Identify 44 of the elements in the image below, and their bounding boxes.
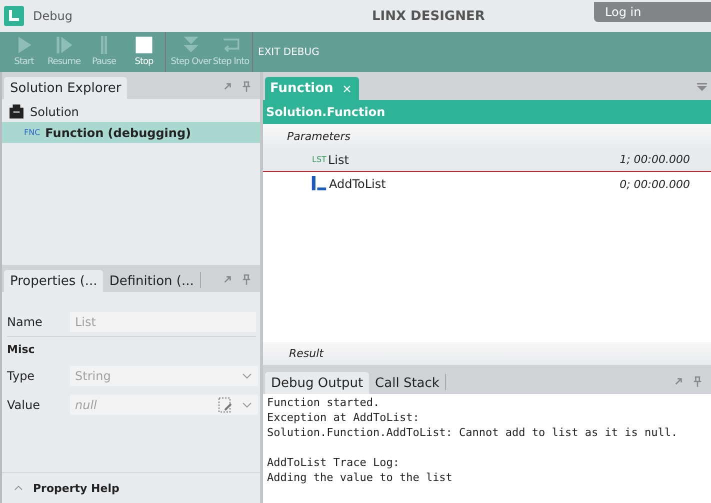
tree-item[interactable]: Solution — [2, 101, 260, 122]
flow-step[interactable]: AddToList 0; 00:00.000 — [263, 172, 711, 196]
property-label: Name — [7, 314, 44, 328]
close-icon[interactable] — [343, 84, 352, 92]
pin-icon[interactable] — [242, 274, 251, 285]
edit-icon[interactable] — [218, 396, 232, 412]
chevron-down-icon[interactable] — [242, 372, 252, 378]
panel-tab[interactable]: Solution Explorer — [4, 77, 128, 99]
property-label: Value — [7, 398, 41, 412]
panel-tab[interactable]: Debug Output — [265, 372, 370, 394]
pop-out-icon[interactable] — [223, 81, 232, 92]
window-title: Debug — [33, 9, 72, 23]
document-tab[interactable]: Function — [265, 77, 360, 100]
flow-step[interactable]: LST List 1; 00:00.000 — [263, 148, 711, 172]
pop-out-icon[interactable] — [223, 274, 232, 285]
briefcase-icon — [9, 104, 24, 119]
pin-icon[interactable] — [242, 81, 251, 92]
function-header: Solution.Function — [263, 100, 711, 124]
action-icon — [311, 176, 327, 192]
property-field[interactable]: String — [70, 366, 258, 386]
exit-debug-button[interactable]: EXIT DEBUG — [254, 32, 324, 72]
stop-icon — [133, 35, 155, 55]
section-heading: Misc — [7, 342, 36, 358]
toolbar-button[interactable]: Stop — [124, 32, 164, 72]
property-field[interactable]: null — [70, 394, 258, 414]
panel-tab[interactable]: Properties (... — [4, 270, 104, 292]
debug-output-text: Function started. Exception at AddToList: Solution.Function.AddToList: Cannot add to list as it is null. AddToList Trace Log: Adding the value to the list — [263, 394, 711, 503]
app-name: LINX DESIGNER — [372, 9, 485, 24]
pin-icon[interactable] — [693, 376, 702, 387]
panel-tab[interactable]: Definition (... — [103, 270, 200, 292]
parameters-label: Parameters — [263, 124, 711, 148]
app-logo-icon — [4, 6, 24, 26]
chevron-down-icon[interactable] — [242, 402, 252, 408]
property-label: Type — [7, 368, 36, 382]
result-label: Result — [263, 342, 711, 365]
login-button[interactable]: Log in — [594, 2, 711, 22]
dropdown-icon[interactable] — [697, 83, 707, 91]
tree-item[interactable]: FNC Function (debugging) — [2, 122, 260, 143]
panel-tab[interactable]: Call Stack — [369, 372, 446, 394]
pop-out-icon[interactable] — [674, 376, 683, 387]
property-field[interactable]: List — [70, 312, 256, 332]
chevron-up-icon[interactable] — [14, 485, 23, 491]
pause-icon — [100, 35, 108, 55]
property-help-label[interactable]: Property Help — [33, 482, 120, 494]
